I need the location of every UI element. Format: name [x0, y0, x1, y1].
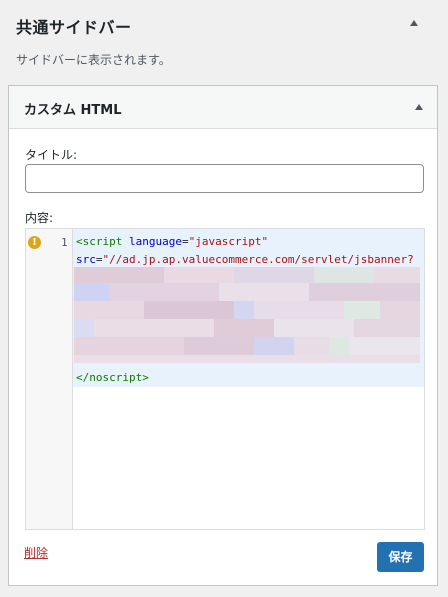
widget-header[interactable]: カスタム HTML	[9, 86, 437, 129]
redacted-code-block	[74, 267, 420, 363]
sidebar-description: サイドバーに表示されます。	[16, 53, 171, 67]
code-string: "//ad.jp.ap.valuecommerce.com/servlet/js…	[102, 253, 414, 266]
editor-empty-area[interactable]	[73, 387, 424, 529]
code-line: <script language="javascript"	[76, 235, 268, 248]
code-line: src="//ad.jp.ap.valuecommerce.com/servle…	[76, 253, 414, 266]
code-attribute: language	[128, 235, 182, 248]
save-button[interactable]: 保存	[377, 542, 424, 572]
sidebar-collapse-icon[interactable]	[410, 20, 418, 26]
line-number: 1	[61, 236, 68, 249]
content-label: 内容:	[25, 211, 54, 225]
code-text-area[interactable]: <script language="javascript" src="//ad.…	[73, 229, 424, 387]
code-line-closing: </noscript>	[76, 371, 149, 384]
code-equals: =	[181, 235, 189, 248]
code-tag: <script	[76, 235, 129, 248]
delete-link[interactable]: 削除	[24, 544, 48, 561]
title-label: タイトル:	[25, 148, 78, 162]
warning-icon: !	[28, 236, 41, 249]
code-string: "javascript"	[188, 235, 269, 248]
code-tag: </noscript>	[76, 371, 149, 384]
sidebar-title: 共通サイドバー	[16, 18, 132, 37]
code-editor[interactable]: ! 1 <script language="javascript" src="/…	[25, 228, 425, 530]
code-equals: =	[95, 253, 103, 266]
widget-collapse-icon[interactable]	[415, 104, 423, 110]
widget-title: カスタム HTML	[24, 103, 122, 118]
title-input[interactable]	[25, 164, 424, 193]
custom-html-widget: カスタム HTML タイトル: 内容: ! 1 <script language…	[8, 85, 438, 586]
sidebar-header: 共通サイドバー	[0, 0, 448, 50]
code-attribute: src	[76, 253, 96, 266]
editor-gutter: ! 1	[26, 229, 73, 529]
